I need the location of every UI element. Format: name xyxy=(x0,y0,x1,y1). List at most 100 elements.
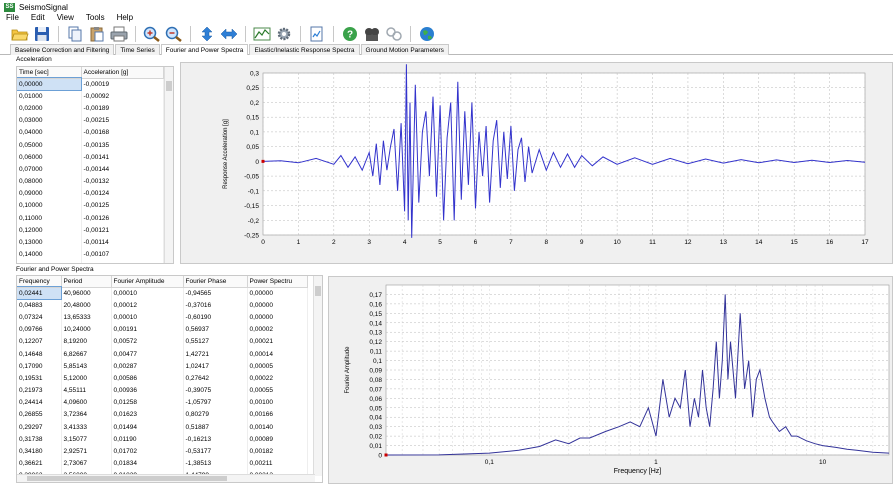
table-cell[interactable]: 0,01623 xyxy=(111,408,184,422)
table-cell[interactable]: 0,00191 xyxy=(111,323,184,336)
table-cell[interactable]: 0,01190 xyxy=(111,433,184,446)
open-folder-icon[interactable] xyxy=(10,25,30,43)
zoom-in-icon[interactable] xyxy=(142,25,162,43)
vertical-arrows-icon[interactable] xyxy=(197,25,217,43)
table-cell[interactable]: 0,08000 xyxy=(17,175,82,188)
table-row[interactable]: 0,11000 -0,00126 xyxy=(17,212,164,225)
table-cell[interactable]: 0,03000 xyxy=(17,114,82,127)
help-icon[interactable]: ? xyxy=(340,25,360,43)
col-header-fourier-phase[interactable]: Fourier Phase xyxy=(183,276,248,288)
table-cell[interactable]: 3,72364 xyxy=(61,408,112,422)
table-cell[interactable]: 0,14648 xyxy=(17,347,62,361)
table-cell[interactable]: 0,00000 xyxy=(247,311,308,324)
table-row[interactable]: 0,09766 10,24000 0,00191 0,56937 0,00002 xyxy=(17,323,308,336)
table-row[interactable]: 0,14000 -0,00107 xyxy=(17,248,164,261)
table-cell[interactable]: 13,65333 xyxy=(61,311,112,324)
table-cell[interactable]: 4,09600 xyxy=(61,396,112,409)
table-cell[interactable]: 0,00012 xyxy=(111,299,184,312)
table-cell[interactable]: -0,00107 xyxy=(81,248,164,261)
table-row[interactable]: 0,31738 3,15077 0,01190 -0,16213 0,00089 xyxy=(17,433,308,446)
table-row[interactable]: 0,07000 -0,00144 xyxy=(17,163,164,176)
tab-ground-motion-parameters[interactable]: Ground Motion Parameters xyxy=(360,44,449,55)
table-cell[interactable]: -0,00144 xyxy=(81,163,164,176)
scrollbar-thumb[interactable] xyxy=(166,81,172,91)
table-cell[interactable]: 0,00055 xyxy=(247,384,308,397)
table-row[interactable]: 0,02441 40,96000 0,00010 -0,94565 0,00000 xyxy=(17,285,308,301)
table-cell[interactable]: 0,01258 xyxy=(111,396,184,409)
table-cell[interactable]: 0,00477 xyxy=(111,347,184,361)
table-cell[interactable]: -0,53177 xyxy=(183,445,248,458)
table-cell[interactable]: 0,00000 xyxy=(17,76,82,92)
table-cell[interactable]: 0,00089 xyxy=(247,433,308,446)
paste-icon[interactable] xyxy=(87,25,107,43)
col-header-time[interactable]: Time [sec] xyxy=(17,67,82,79)
table-cell[interactable]: 0,55127 xyxy=(183,335,248,348)
table-row[interactable]: 0,06000 -0,00141 xyxy=(17,151,164,164)
table-row[interactable]: 0,15000-0,00103 xyxy=(17,260,164,263)
table-cell[interactable]: -0,00189 xyxy=(81,102,164,115)
table-cell[interactable]: 0,27642 xyxy=(183,372,248,385)
table-cell[interactable]: 0,00936 xyxy=(111,384,184,397)
table-cell[interactable]: 0,31738 xyxy=(17,433,62,446)
table-cell[interactable]: -0,00103 xyxy=(81,260,164,263)
table-cell[interactable]: -0,00132 xyxy=(81,175,164,188)
table-cell[interactable]: 0,00572 xyxy=(111,335,184,348)
col-header-period[interactable]: Period xyxy=(61,276,112,288)
table-cell[interactable]: 0,12000 xyxy=(17,224,82,237)
table-row[interactable]: 0,29297 3,41333 0,01494 0,51887 0,00140 xyxy=(17,421,308,434)
table-cell[interactable]: -0,00141 xyxy=(81,151,164,164)
table-cell[interactable]: 0,07324 xyxy=(17,311,62,324)
table-cell[interactable]: -0,00125 xyxy=(81,199,164,213)
col-header-frequency[interactable]: Frequency xyxy=(17,276,62,288)
col-header-power-spectrum[interactable]: Power Spectru xyxy=(247,276,308,288)
table-cell[interactable]: 0,15000 xyxy=(17,260,82,263)
menu-help[interactable]: Help xyxy=(117,13,133,24)
copy-icon[interactable] xyxy=(65,25,85,43)
menu-edit[interactable]: Edit xyxy=(31,13,45,24)
table-cell[interactable]: 40,96000 xyxy=(61,287,112,300)
table-row[interactable]: 0,14648 6,82667 0,00477 1,42721 0,00014 xyxy=(17,347,308,361)
chart-icon[interactable] xyxy=(252,25,272,43)
table-row[interactable]: 0,04883 20,48000 0,00012 -0,37016 0,00000 xyxy=(17,299,308,312)
zoom-out-icon[interactable] xyxy=(164,25,184,43)
table-cell[interactable]: 0,04883 xyxy=(17,299,62,312)
table-cell[interactable]: 0,29297 xyxy=(17,421,62,434)
table-cell[interactable]: 0,00140 xyxy=(247,421,308,434)
table-cell[interactable]: -1,05797 xyxy=(183,396,248,409)
table-row[interactable]: 0,02000 -0,00189 xyxy=(17,102,164,115)
horizontal-arrows-icon[interactable] xyxy=(219,25,239,43)
scrollbar-thumb[interactable] xyxy=(315,286,321,296)
table-cell[interactable]: 0,00586 xyxy=(111,372,184,385)
table-cell[interactable]: 2,92571 xyxy=(61,445,112,458)
table-row[interactable]: 0,08000 -0,00132 xyxy=(17,175,164,188)
table-row[interactable]: 0,05000 -0,00135 xyxy=(17,138,164,152)
table-row[interactable]: 0,00000 -0,00019 xyxy=(17,76,164,92)
table-cell[interactable]: 0,00166 xyxy=(247,408,308,422)
table-cell[interactable]: 0,11000 xyxy=(17,212,82,225)
table-cell[interactable]: -0,94565 xyxy=(183,287,248,300)
table-cell[interactable]: -0,37016 xyxy=(183,299,248,312)
table-cell[interactable]: 8,19200 xyxy=(61,335,112,348)
table-cell[interactable]: 0,00100 xyxy=(247,396,308,409)
print-icon[interactable] xyxy=(109,25,129,43)
tab-fourier-power-spectra[interactable]: Fourier and Power Spectra xyxy=(160,44,249,55)
table-row[interactable]: 0,19531 5,12000 0,00586 0,27642 0,00022 xyxy=(17,372,308,385)
table-row[interactable]: 0,04000 -0,00168 xyxy=(17,126,164,139)
table-cell[interactable]: 0,07000 xyxy=(17,163,82,176)
table-cell[interactable]: 0,80279 xyxy=(183,408,248,422)
table-cell[interactable]: -0,16213 xyxy=(183,433,248,446)
table-cell[interactable]: 5,85143 xyxy=(61,360,112,373)
table-cell[interactable]: 3,15077 xyxy=(61,433,112,446)
table-cell[interactable]: 4,55111 xyxy=(61,384,112,397)
table-cell[interactable]: 2,73067 xyxy=(61,457,112,470)
table-cell[interactable]: 0,26855 xyxy=(17,408,62,422)
table-row[interactable]: 0,17090 5,85143 0,00287 1,02417 0,00005 xyxy=(17,360,308,373)
table-cell[interactable]: 0,04000 xyxy=(17,126,82,139)
table-row[interactable]: 0,34180 2,92571 0,01702 -0,53177 0,00182 xyxy=(17,445,308,458)
col-header-fourier-amplitude[interactable]: Fourier Amplitude xyxy=(111,276,184,288)
table-cell[interactable]: 0,00010 xyxy=(111,287,184,300)
table-cell[interactable]: 0,51887 xyxy=(183,421,248,434)
col-header-acceleration[interactable]: Acceleration [g] xyxy=(81,67,164,79)
table-cell[interactable]: -0,00135 xyxy=(81,138,164,152)
table-cell[interactable]: 0,02000 xyxy=(17,102,82,115)
